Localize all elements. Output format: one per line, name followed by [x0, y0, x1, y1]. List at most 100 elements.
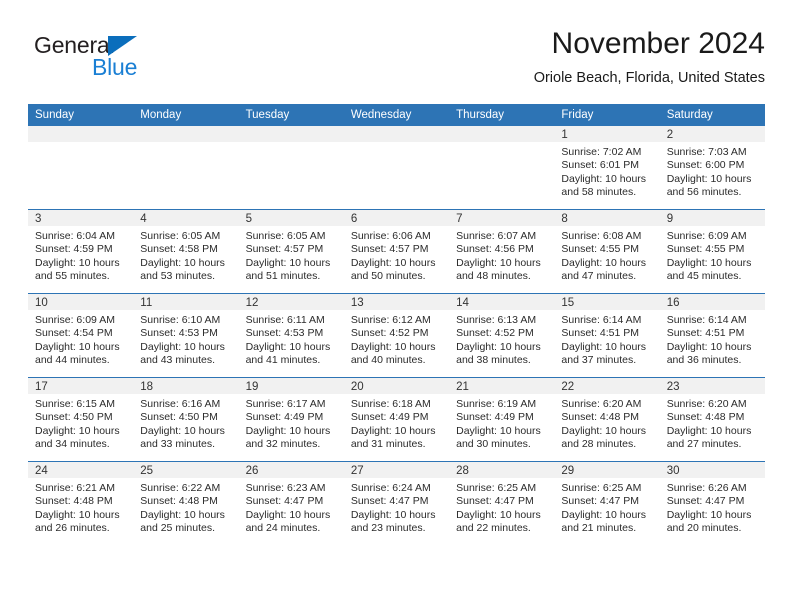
- calendar-day-cell[interactable]: 6 Sunrise: 6:06 AM Sunset: 4:57 PM Daylight…: [343, 209, 450, 294]
- calendar-header-row: Sunday Monday Tuesday Wednesday Thursday…: [28, 104, 765, 126]
- sunrise-text: Sunrise: 6:18 AM: [350, 398, 431, 410]
- calendar-day-cell[interactable]: 12 Sunrise: 6:11 AM Sunset: 4:53 PM Dayligh…: [238, 293, 344, 378]
- calendar-day-cell[interactable]: 7 Sunrise: 6:07 AM Sunset: 4:56 PM Daylight…: [449, 209, 555, 294]
- weekday-header-wednesday: Wednesday: [343, 104, 450, 126]
- weekday-header-saturday: Saturday: [659, 104, 765, 126]
- calendar-week-row: 3 Sunrise: 6:04 AM Sunset: 4:59 PM Daylight…: [28, 209, 765, 294]
- day-number: 11: [133, 294, 239, 310]
- calendar-body: 1 Sunrise: 7:02 AM Sunset: 6:01 PM Daylight…: [28, 126, 765, 545]
- calendar-day-cell[interactable]: 1 Sunrise: 7:02 AM Sunset: 6:01 PM Daylight…: [554, 126, 660, 210]
- day-number: 3: [28, 210, 134, 226]
- calendar-day-cell[interactable]: 27 Sunrise: 6:24 AM Sunset: 4:47 PM Dayligh…: [343, 461, 450, 545]
- sunset-text: Sunset: 4:53 PM: [140, 327, 218, 340]
- day-number: 4: [133, 210, 239, 226]
- weekday-header-monday: Monday: [133, 104, 239, 126]
- daylight-text: Daylight: 10 hours and 21 minutes.: [561, 508, 647, 535]
- calendar-page: General Blue November 2024 Oriole Beach,…: [0, 0, 792, 612]
- day-details: Sunrise: 6:22 AM Sunset: 4:48 PM Daylight:…: [133, 478, 238, 536]
- sunrise-text: Sunrise: 7:02 AM: [561, 146, 642, 158]
- calendar-day-cell[interactable]: 20 Sunrise: 6:18 AM Sunset: 4:49 PM Dayligh…: [343, 377, 450, 462]
- calendar-day-cell[interactable]: 29 Sunrise: 6:25 AM Sunset: 4:47 PM Dayligh…: [554, 461, 660, 545]
- sunset-text: Sunset: 4:55 PM: [561, 243, 640, 256]
- day-number: 20: [343, 378, 450, 394]
- sunset-text: Sunset: 4:56 PM: [456, 243, 534, 256]
- calendar-week-row: 10 Sunrise: 6:09 AM Sunset: 4:54 PM Dayligh…: [28, 293, 765, 378]
- sunset-text: Sunset: 4:48 PM: [561, 411, 640, 424]
- day-details: Sunrise: 6:13 AM Sunset: 4:52 PM Daylight:…: [449, 310, 554, 368]
- calendar-day-cell[interactable]: 19 Sunrise: 6:17 AM Sunset: 4:49 PM Dayligh…: [238, 377, 344, 462]
- sunset-text: Sunset: 4:49 PM: [350, 411, 429, 424]
- day-number: 18: [133, 378, 239, 394]
- calendar-day-cell[interactable]: 13 Sunrise: 6:12 AM Sunset: 4:52 PM Dayligh…: [343, 293, 450, 378]
- calendar-day-cell[interactable]: 23 Sunrise: 6:20 AM Sunset: 4:48 PM Dayligh…: [659, 377, 765, 462]
- daylight-text: Daylight: 10 hours and 50 minutes.: [350, 256, 436, 283]
- sunset-text: Sunset: 4:52 PM: [456, 327, 534, 340]
- calendar-day-cell[interactable]: 2 Sunrise: 7:03 AM Sunset: 6:00 PM Daylight…: [659, 126, 765, 210]
- calendar-day-cell[interactable]: 24 Sunrise: 6:21 AM Sunset: 4:48 PM Dayligh…: [28, 461, 134, 545]
- sunset-text: Sunset: 4:50 PM: [35, 411, 113, 424]
- sunset-text: Sunset: 4:47 PM: [245, 495, 324, 508]
- sunset-text: Sunset: 4:49 PM: [245, 411, 324, 424]
- sunset-text: Sunset: 6:00 PM: [666, 159, 745, 172]
- calendar-day-cell[interactable]: 25 Sunrise: 6:22 AM Sunset: 4:48 PM Dayligh…: [133, 461, 239, 545]
- sunrise-text: Sunrise: 6:14 AM: [666, 314, 747, 326]
- sunrise-text: Sunrise: 6:05 AM: [140, 230, 221, 242]
- calendar-day-cell[interactable]: 8 Sunrise: 6:08 AM Sunset: 4:55 PM Daylight…: [554, 209, 660, 294]
- sunrise-text: Sunrise: 6:19 AM: [456, 398, 537, 410]
- day-number: 2: [659, 126, 765, 142]
- calendar-day-cell[interactable]: 21 Sunrise: 6:19 AM Sunset: 4:49 PM Dayligh…: [449, 377, 555, 462]
- calendar-day-cell[interactable]: 18 Sunrise: 6:16 AM Sunset: 4:50 PM Dayligh…: [133, 377, 239, 462]
- sunrise-text: Sunrise: 6:25 AM: [456, 482, 537, 494]
- sunrise-text: Sunrise: 6:26 AM: [666, 482, 747, 494]
- day-number: 14: [449, 294, 555, 310]
- sunrise-text: Sunrise: 6:21 AM: [35, 482, 115, 494]
- sunrise-text: Sunrise: 6:15 AM: [35, 398, 115, 410]
- calendar-day-cell[interactable]: 28 Sunrise: 6:25 AM Sunset: 4:47 PM Dayligh…: [449, 461, 555, 545]
- calendar-day-cell[interactable]: 22 Sunrise: 6:20 AM Sunset: 4:48 PM Dayligh…: [554, 377, 660, 462]
- day-number: [28, 126, 134, 142]
- calendar-day-cell[interactable]: 5 Sunrise: 6:05 AM Sunset: 4:57 PM Daylight…: [238, 209, 344, 294]
- sunset-text: Sunset: 4:47 PM: [666, 495, 745, 508]
- weekday-header-sunday: Sunday: [28, 104, 134, 126]
- sunset-text: Sunset: 6:01 PM: [561, 159, 640, 172]
- sunrise-text: Sunrise: 6:05 AM: [245, 230, 326, 242]
- daylight-text: Daylight: 10 hours and 32 minutes.: [245, 424, 331, 451]
- calendar-day-cell[interactable]: 11 Sunrise: 6:10 AM Sunset: 4:53 PM Dayligh…: [133, 293, 239, 378]
- day-details: Sunrise: 6:12 AM Sunset: 4:52 PM Daylight:…: [344, 310, 449, 368]
- daylight-text: Daylight: 10 hours and 53 minutes.: [140, 256, 225, 283]
- day-number: 24: [28, 462, 134, 478]
- daylight-text: Daylight: 10 hours and 47 minutes.: [561, 256, 647, 283]
- day-number: [343, 126, 450, 142]
- calendar-day-cell-empty: [449, 126, 555, 210]
- calendar-day-cell[interactable]: 16 Sunrise: 6:14 AM Sunset: 4:51 PM Dayligh…: [659, 293, 765, 378]
- calendar-day-cell[interactable]: 9 Sunrise: 6:09 AM Sunset: 4:55 PM Daylight…: [659, 209, 765, 294]
- day-details: Sunrise: 6:14 AM Sunset: 4:51 PM Daylight:…: [660, 310, 765, 368]
- daylight-text: Daylight: 10 hours and 25 minutes.: [140, 508, 225, 535]
- calendar-day-cell[interactable]: 14 Sunrise: 6:13 AM Sunset: 4:52 PM Dayligh…: [449, 293, 555, 378]
- calendar-day-cell[interactable]: 10 Sunrise: 6:09 AM Sunset: 4:54 PM Dayligh…: [28, 293, 134, 378]
- day-details: Sunrise: 6:20 AM Sunset: 4:48 PM Daylight:…: [554, 394, 659, 452]
- day-number: 30: [659, 462, 765, 478]
- daylight-text: Daylight: 10 hours and 43 minutes.: [140, 340, 225, 367]
- sunrise-text: Sunrise: 6:07 AM: [456, 230, 537, 242]
- calendar-day-cell[interactable]: 15 Sunrise: 6:14 AM Sunset: 4:51 PM Dayligh…: [554, 293, 660, 378]
- sunrise-text: Sunrise: 6:17 AM: [245, 398, 326, 410]
- calendar-day-cell[interactable]: 4 Sunrise: 6:05 AM Sunset: 4:58 PM Daylight…: [133, 209, 239, 294]
- calendar-day-cell[interactable]: 30 Sunrise: 6:26 AM Sunset: 4:47 PM Dayligh…: [659, 461, 765, 545]
- calendar-day-cell[interactable]: 17 Sunrise: 6:15 AM Sunset: 4:50 PM Dayligh…: [28, 377, 134, 462]
- logo-triangle-icon: [108, 36, 137, 56]
- day-number: [449, 126, 555, 142]
- sunset-text: Sunset: 4:54 PM: [35, 327, 113, 340]
- generalblue-logo: General Blue: [34, 32, 244, 88]
- calendar-day-cell[interactable]: 3 Sunrise: 6:04 AM Sunset: 4:59 PM Daylight…: [28, 209, 134, 294]
- day-number: 10: [28, 294, 134, 310]
- day-details: Sunrise: 6:21 AM Sunset: 4:48 PM Daylight:…: [28, 478, 133, 536]
- sunset-text: Sunset: 4:51 PM: [561, 327, 640, 340]
- day-details: Sunrise: 6:24 AM Sunset: 4:47 PM Daylight:…: [344, 478, 449, 536]
- daylight-text: Daylight: 10 hours and 55 minutes.: [35, 256, 120, 283]
- daylight-text: Daylight: 10 hours and 40 minutes.: [350, 340, 436, 367]
- daylight-text: Daylight: 10 hours and 34 minutes.: [35, 424, 120, 451]
- day-details: Sunrise: 6:07 AM Sunset: 4:56 PM Daylight:…: [449, 226, 554, 284]
- day-details: Sunrise: 6:20 AM Sunset: 4:48 PM Daylight:…: [660, 394, 765, 452]
- calendar-day-cell[interactable]: 26 Sunrise: 6:23 AM Sunset: 4:47 PM Dayligh…: [238, 461, 344, 545]
